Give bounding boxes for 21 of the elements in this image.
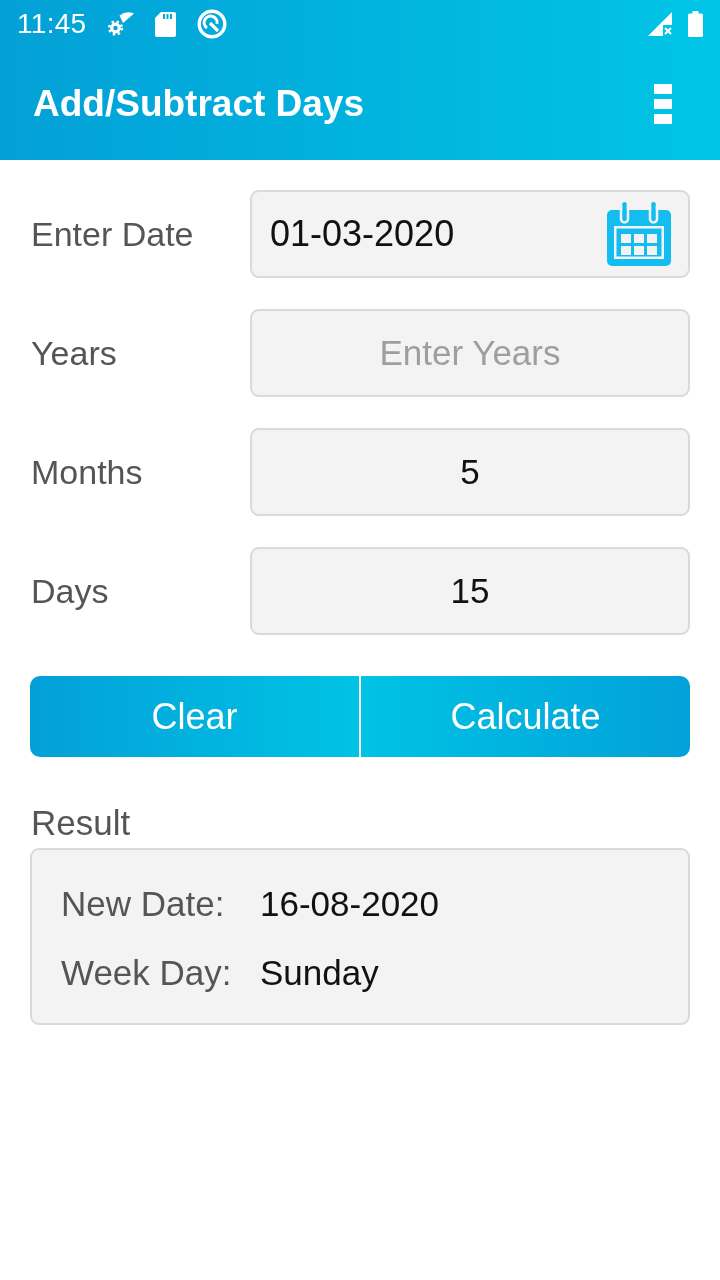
input-field[interactable]: 5 (250, 428, 690, 516)
gear-icon (107, 12, 134, 36)
result-value: Sunday (260, 953, 380, 993)
input-field[interactable]: 15 (250, 547, 690, 635)
result-value: 16-08-2020 (260, 884, 441, 924)
status-time: 11:45 (17, 8, 87, 40)
field-label: Enter Date (31, 214, 195, 254)
app-title: Add/Subtract Days (33, 83, 364, 125)
battery-icon (688, 11, 703, 37)
calendar-icon[interactable] (607, 202, 671, 266)
input-field[interactable]: Enter Years (250, 309, 690, 397)
field-label: Months (31, 452, 144, 492)
field-label: Days (31, 571, 110, 611)
result-label: New Date: (61, 884, 226, 924)
menu-icon[interactable] (654, 84, 672, 124)
result-label: Week Day: (61, 953, 233, 993)
signal-icon (648, 12, 674, 36)
date-field[interactable]: 01-03-2020 (250, 190, 690, 278)
result-heading: Result (31, 803, 132, 843)
field-label: Years (31, 333, 118, 373)
sd-card-icon (154, 11, 176, 37)
